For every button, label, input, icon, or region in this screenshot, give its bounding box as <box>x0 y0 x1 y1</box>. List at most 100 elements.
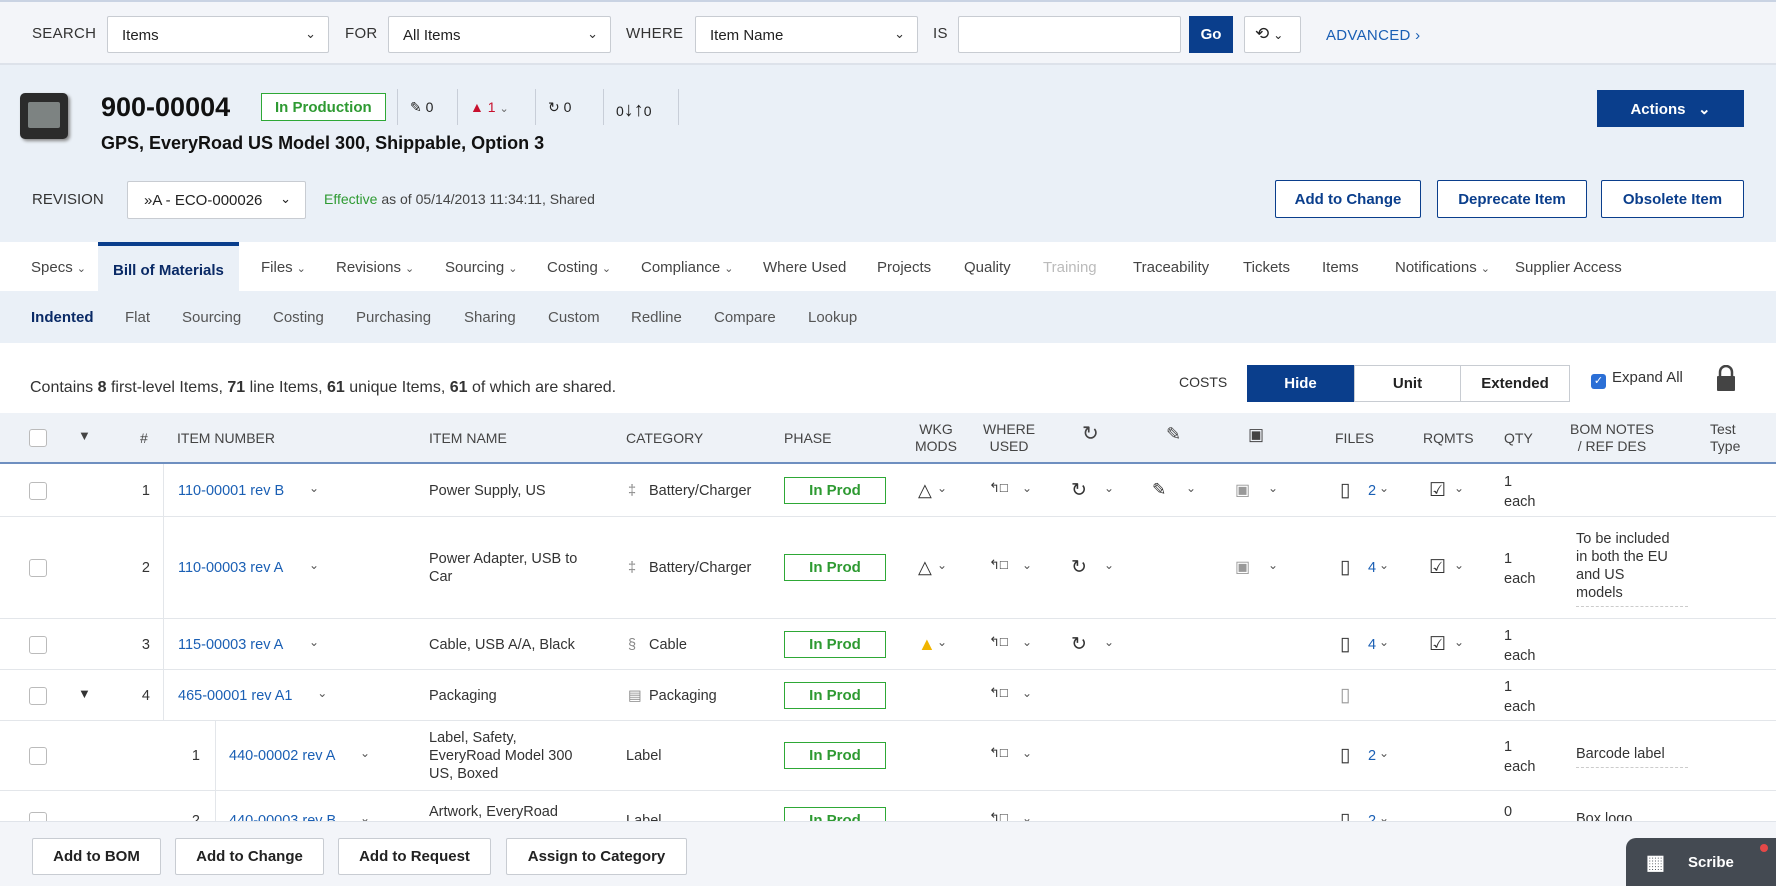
collapse-toggle-icon[interactable]: ▼ <box>78 686 91 701</box>
where-used-stat[interactable]: 0↓↑0 <box>603 89 679 125</box>
chevron-down-icon[interactable]: ⌄ <box>1186 481 1196 495</box>
chevron-down-icon[interactable]: ⌄ <box>1268 481 1278 495</box>
tab-where-used[interactable]: Where Used <box>763 259 846 276</box>
cycle-icon[interactable]: ↻ <box>1071 633 1087 656</box>
where-used-icon[interactable]: ↰□ <box>989 685 1008 701</box>
subtab-sharing[interactable]: Sharing <box>464 309 516 326</box>
subtab-flat[interactable]: Flat <box>125 309 150 326</box>
advanced-search-link[interactable]: ADVANCED › <box>1326 27 1420 44</box>
add-to-request-button[interactable]: Add to Request <box>338 838 491 875</box>
add-to-bom-button[interactable]: Add to BOM <box>32 838 161 875</box>
go-button[interactable]: Go <box>1189 16 1233 53</box>
working-mods-triangle-icon[interactable]: △ <box>918 480 932 501</box>
col-phase[interactable]: PHASE <box>784 430 831 447</box>
expand-all-checkbox[interactable]: ✓ Expand All <box>1591 369 1683 389</box>
tab-compliance[interactable]: Compliance ⌄ <box>641 259 733 276</box>
chevron-down-icon[interactable]: ⌄ <box>1454 635 1464 649</box>
search-type-select[interactable]: Items ⌄ <box>107 16 329 53</box>
chevron-down-icon[interactable]: ⌄ <box>937 481 947 495</box>
tab-revisions[interactable]: Revisions ⌄ <box>336 259 414 276</box>
bom-notes[interactable]: Barcode label <box>1576 745 1688 768</box>
tab-specs[interactable]: Specs ⌄ <box>31 259 86 276</box>
where-used-icon[interactable]: ↰□ <box>989 480 1008 496</box>
search-history-button[interactable]: ⟲ ⌄ <box>1244 16 1301 53</box>
chevron-down-icon[interactable]: ⌄ <box>937 558 947 572</box>
tab-files[interactable]: Files ⌄ <box>261 259 306 276</box>
chevron-down-icon[interactable]: ⌄ <box>937 635 947 649</box>
file-icon[interactable]: ▯ <box>1340 479 1350 502</box>
chevron-down-icon[interactable]: ⌄ <box>1022 635 1032 649</box>
item-number-link[interactable]: 115-00003 rev A <box>178 636 283 654</box>
tab-supplier-access[interactable]: Supplier Access <box>1515 259 1622 276</box>
search-input[interactable] <box>958 16 1181 53</box>
working-mods-triangle-icon[interactable]: △ <box>918 557 932 578</box>
chevron-down-icon[interactable]: ⌄ <box>1022 558 1032 572</box>
requirements-clipboard-icon[interactable]: ☑ <box>1429 633 1446 656</box>
bom-notes[interactable]: To be included in both the EU and US models <box>1576 530 1688 607</box>
item-number-link[interactable]: 440-00002 rev A <box>229 747 335 765</box>
actions-button[interactable]: Actions ⌄ <box>1597 90 1744 127</box>
revision-select[interactable]: »A - ECO-000026 ⌄ <box>127 181 306 219</box>
change-edit-icon[interactable]: ✎ <box>1152 480 1166 500</box>
where-used-icon[interactable]: ↰□ <box>989 634 1008 650</box>
cycle-icon[interactable]: ↻ <box>1071 556 1087 579</box>
files-count[interactable]: 4 <box>1368 559 1376 577</box>
tab-notifications[interactable]: Notifications ⌄ <box>1395 259 1490 276</box>
cycle-icon[interactable]: ↻ <box>1071 479 1087 502</box>
costs-unit-button[interactable]: Unit <box>1354 365 1461 402</box>
file-icon[interactable]: ▯ <box>1340 744 1350 767</box>
quality-stat[interactable]: ▲ 1 ⌄ <box>457 89 534 125</box>
col-item-name[interactable]: ITEM NAME <box>429 430 507 447</box>
where-used-icon[interactable]: ↰□ <box>989 557 1008 573</box>
changes-stat[interactable]: ✎ 0 <box>397 89 455 125</box>
row-checkbox[interactable] <box>29 635 47 654</box>
subtab-lookup[interactable]: Lookup <box>808 309 857 326</box>
chevron-down-icon[interactable]: ⌄ <box>309 481 319 495</box>
chevron-down-icon[interactable]: ⌄ <box>360 746 370 760</box>
row-checkbox[interactable] <box>29 686 47 705</box>
subtab-purchasing[interactable]: Purchasing <box>356 309 431 326</box>
subtab-custom[interactable]: Custom <box>548 309 600 326</box>
file-icon[interactable]: ▯ <box>1340 556 1350 579</box>
tab-bill-of-materials[interactable]: Bill of Materials <box>98 242 239 291</box>
chevron-down-icon[interactable]: ⌄ <box>317 686 327 700</box>
lock-icon[interactable] <box>1716 365 1736 391</box>
file-icon[interactable]: ▯ <box>1340 684 1350 707</box>
cycle-stat[interactable]: ↻ 0 <box>535 89 601 125</box>
quality-stamp-icon[interactable]: ▣ <box>1235 480 1250 500</box>
tab-costing[interactable]: Costing ⌄ <box>547 259 611 276</box>
where-select[interactable]: Item Name ⌄ <box>695 16 918 53</box>
chevron-down-icon[interactable]: ⌄ <box>1104 558 1114 572</box>
subtab-costing[interactable]: Costing <box>273 309 324 326</box>
expand-all-toggle-icon[interactable]: ▼ <box>78 427 91 444</box>
files-count[interactable]: 2 <box>1368 482 1376 500</box>
chevron-down-icon[interactable]: ⌄ <box>1379 746 1389 760</box>
chevron-down-icon[interactable]: ⌄ <box>309 558 319 572</box>
assign-to-category-button[interactable]: Assign to Category <box>506 838 687 875</box>
subtab-redline[interactable]: Redline <box>631 309 682 326</box>
for-select[interactable]: All Items ⌄ <box>388 16 611 53</box>
chevron-down-icon[interactable]: ⌄ <box>1379 635 1389 649</box>
item-number-link[interactable]: 110-00001 rev B <box>178 482 284 500</box>
chevron-down-icon[interactable]: ⌄ <box>1022 746 1032 760</box>
item-number-link[interactable]: 465-00001 rev A1 <box>178 687 292 705</box>
tab-tickets[interactable]: Tickets <box>1243 259 1290 276</box>
select-all-checkbox[interactable] <box>29 429 47 447</box>
chevron-down-icon[interactable]: ⌄ <box>1454 481 1464 495</box>
tab-sourcing[interactable]: Sourcing ⌄ <box>445 259 517 276</box>
tab-items[interactable]: Items <box>1322 259 1359 276</box>
where-used-icon[interactable]: ↰□ <box>989 745 1008 761</box>
tab-quality[interactable]: Quality <box>964 259 1011 276</box>
chevron-down-icon[interactable]: ⌄ <box>309 635 319 649</box>
chevron-down-icon[interactable]: ⌄ <box>1104 481 1114 495</box>
tab-traceability[interactable]: Traceability <box>1133 259 1209 276</box>
col-item-number[interactable]: ITEM NUMBER <box>177 430 275 447</box>
item-number-link[interactable]: 110-00003 rev A <box>178 559 283 577</box>
chevron-down-icon[interactable]: ⌄ <box>1268 558 1278 572</box>
chevron-down-icon[interactable]: ⌄ <box>1379 558 1389 572</box>
row-checkbox[interactable] <box>29 747 47 765</box>
requirements-clipboard-icon[interactable]: ☑ <box>1429 556 1446 579</box>
warning-triangle-icon[interactable]: ▲ <box>918 634 936 655</box>
add-to-change-button[interactable]: Add to Change <box>1275 180 1421 218</box>
row-checkbox[interactable] <box>29 481 47 500</box>
